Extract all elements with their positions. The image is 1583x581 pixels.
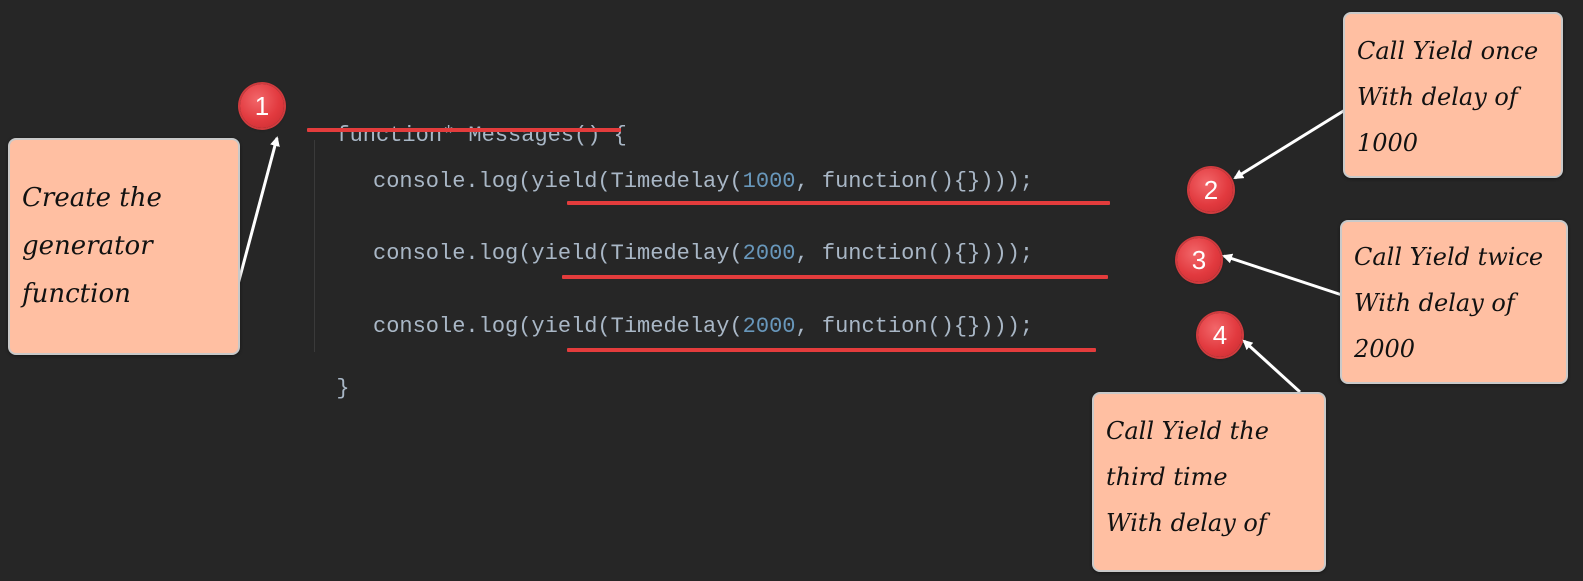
note-line: With delay of xyxy=(1106,509,1267,537)
note-yield-once: Call Yield once With delay of 1000 xyxy=(1343,12,1563,178)
note-line: 1000 xyxy=(1357,129,1419,157)
arrow-to-badge-3 xyxy=(1222,253,1343,297)
note-line: generator xyxy=(22,231,153,261)
arrow-to-badge-1 xyxy=(235,136,280,289)
note-create-generator: Create the generator function xyxy=(8,138,240,355)
note-yield-twice: Call Yield twice With delay of 2000 xyxy=(1340,220,1568,384)
note-line: With delay of xyxy=(1357,83,1518,111)
note-line: 2000 xyxy=(1354,335,1416,363)
note-line: With delay of xyxy=(1354,289,1515,317)
note-line: third time xyxy=(1106,463,1228,491)
note-line: Create the xyxy=(22,183,162,213)
note-yield-third: Call Yield the third time With delay of xyxy=(1092,392,1326,572)
note-line: function xyxy=(22,279,131,309)
note-line: Call Yield once xyxy=(1357,37,1539,65)
note-line: Call Yield twice xyxy=(1354,243,1544,271)
arrow-to-badge-4 xyxy=(1242,339,1302,394)
note-line: Call Yield the xyxy=(1106,417,1269,445)
arrow-to-badge-2 xyxy=(1233,108,1346,180)
